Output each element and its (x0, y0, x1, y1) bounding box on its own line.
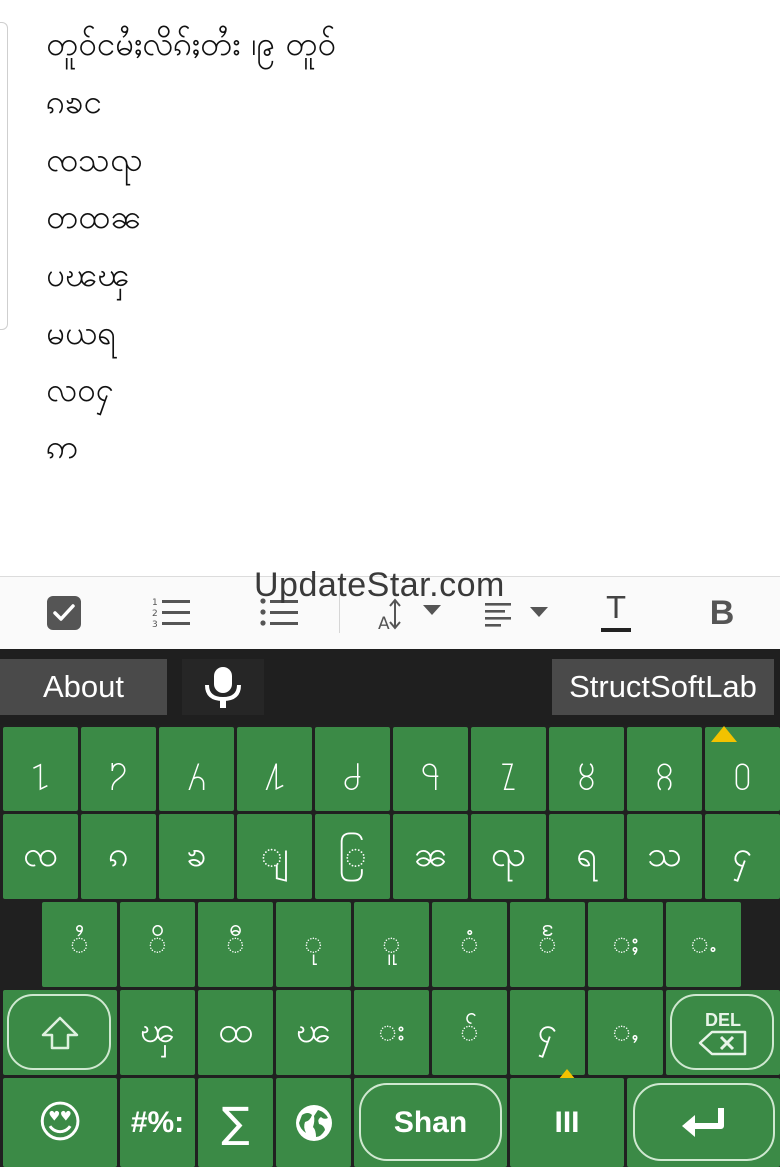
microphone-icon (205, 667, 241, 708)
key-consonant[interactable]: ၵ (81, 814, 156, 899)
text-editor[interactable]: တူဝ်ငမႆႈလိၵ်ႈတႆး ၊၉ တူဝ် ၵၶင ၸသၺ တထၼ ပၽၾ… (0, 0, 780, 576)
shift-button[interactable] (3, 990, 117, 1075)
editor-line: လဝႁ (46, 370, 114, 409)
key-consonant[interactable]: သ (627, 814, 702, 899)
globe-icon (295, 1104, 332, 1141)
svg-text:3: 3 (152, 620, 158, 630)
key-digit-5[interactable]: ႕ (315, 727, 390, 811)
key-digit-6[interactable]: ႖ (393, 727, 468, 811)
editor-line: မယရ (46, 313, 116, 352)
space-button[interactable]: III (510, 1078, 624, 1167)
key-consonant[interactable]: ၺ (471, 814, 546, 899)
key-vowel[interactable]: ◌ု (276, 902, 351, 987)
symbols-button[interactable]: #%: (120, 1078, 195, 1167)
shan-keyboard: About StructSoftLab ႑ ႒ ႓ ႔ ႕ ႖ ႗ ႘ ႙ ႐ … (0, 649, 780, 1167)
key-tone[interactable]: ◌ႉ (666, 902, 741, 987)
sum-button[interactable]: ∑ (198, 1078, 273, 1167)
backspace-icon (698, 1030, 747, 1055)
key-digit-3[interactable]: ႓ (159, 727, 234, 811)
emoji-button[interactable]: 😍 (3, 1078, 117, 1167)
editor-line: ပၽၾ (46, 255, 130, 294)
key-vowel[interactable]: ◌ိ (120, 902, 195, 987)
key-vowel[interactable]: ◌ံ (432, 902, 507, 987)
key-digit-9[interactable]: ႙ (627, 727, 702, 811)
key-consonant[interactable]: ၶ (159, 814, 234, 899)
bold-label: B (709, 593, 735, 632)
key-digit-1[interactable]: ႑ (3, 727, 78, 811)
key-digit-4[interactable]: ႔ (237, 727, 312, 811)
key-consonant[interactable]: ႁ (510, 990, 585, 1075)
key-medial[interactable]: ြ (315, 814, 390, 899)
key-vowel[interactable]: ◌ႅ (510, 902, 585, 987)
key-medial[interactable]: ◌ျ (237, 814, 312, 899)
bold-button[interactable]: B (700, 591, 744, 635)
delete-label: DEL (705, 1009, 741, 1030)
key-consonant[interactable]: ထ (198, 990, 273, 1075)
language-globe-button[interactable] (276, 1078, 351, 1167)
key-consonant[interactable]: ၽ (276, 990, 351, 1075)
text-color-label: T (606, 591, 626, 626)
about-button[interactable]: About (0, 659, 167, 715)
key-vowel[interactable]: ◌ူ (354, 902, 429, 987)
enter-arrow-icon (681, 1107, 724, 1137)
key-vowel[interactable]: ◌ႆ (42, 902, 117, 987)
long-press-hint-icon (711, 726, 737, 742)
numbered-list-button[interactable]: 1 2 3 (148, 591, 194, 635)
key-consonant[interactable]: ၸ (3, 814, 78, 899)
svg-text:2: 2 (152, 609, 158, 619)
shan-label: Shan (393, 1105, 468, 1139)
key-asat[interactable]: ◌် (432, 990, 507, 1075)
shan-language-button[interactable]: Shan (354, 1078, 507, 1167)
svg-text:A: A (378, 614, 390, 633)
svg-text:1: 1 (152, 598, 158, 608)
key-consonant[interactable]: ၼ (393, 814, 468, 899)
checkbox-button[interactable] (42, 591, 86, 635)
enter-button[interactable] (627, 1078, 780, 1167)
editor-line: ဢ (46, 427, 79, 466)
editor-line: ၸသၺ (46, 140, 143, 179)
editor-line: တူဝ်ငမႆႈလိၵ်ႈတႆး ၊၉ တူဝ် (46, 24, 336, 63)
key-vowel[interactable]: ◌ီ (198, 902, 273, 987)
key-consonant[interactable]: ႁ (705, 814, 780, 899)
editor-line: တထၼ (46, 197, 142, 236)
delete-button[interactable]: DEL (666, 990, 780, 1075)
watermark: UpdateStar.com (254, 566, 505, 604)
key-tone[interactable]: ◌ႈ (588, 902, 663, 987)
checkbox-icon (47, 596, 81, 630)
key-consonant[interactable]: ရ (549, 814, 624, 899)
editor-line: ၵၶင (46, 82, 102, 121)
editor-scroll-edge (0, 22, 8, 330)
key-tone[interactable]: ◌း (354, 990, 429, 1075)
key-digit-7[interactable]: ႗ (471, 727, 546, 811)
voice-input-button[interactable] (182, 659, 264, 715)
text-color-button[interactable]: T (596, 591, 636, 635)
shift-arrow-icon (41, 1016, 79, 1049)
brand-label[interactable]: StructSoftLab (552, 659, 774, 715)
key-digit-2[interactable]: ႒ (81, 727, 156, 811)
keyboard-top-bar: About StructSoftLab (0, 649, 780, 725)
key-consonant[interactable]: ၾ (120, 990, 195, 1075)
text-color-swatch (601, 628, 631, 632)
key-digit-8[interactable]: ႘ (549, 727, 624, 811)
key-tone[interactable]: ◌ႇ (588, 990, 663, 1075)
numbered-list-icon: 1 2 3 (152, 598, 190, 630)
